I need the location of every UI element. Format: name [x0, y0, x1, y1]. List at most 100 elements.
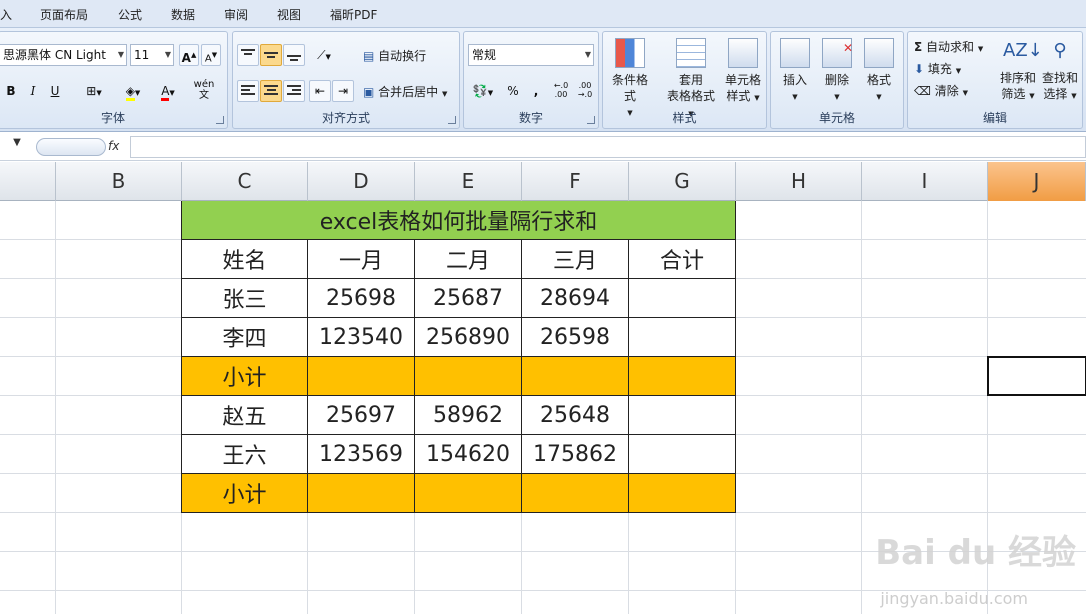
align-center-button[interactable]	[260, 80, 282, 102]
menu-insert[interactable]: 入	[0, 6, 12, 23]
table-cell[interactable]: 26598	[522, 318, 629, 357]
column-header-b[interactable]: B	[56, 162, 182, 201]
conditional-format-button[interactable]: 条件格式 ▼	[608, 38, 652, 118]
table-cell[interactable]: 25648	[522, 396, 629, 435]
table-cell[interactable]: 123569	[308, 435, 415, 474]
menu-view[interactable]: 视图	[277, 6, 301, 23]
table-cell[interactable]: 123540	[308, 318, 415, 357]
delete-button[interactable]: ✕ 删除 ▼	[815, 38, 859, 102]
table-cell[interactable]	[629, 279, 736, 318]
name-box-dropdown[interactable]: ▼	[0, 137, 34, 157]
subtotal-label-cell[interactable]: 小计	[181, 474, 308, 513]
subtotal-cell[interactable]	[415, 357, 522, 396]
merge-center-button[interactable]: ▣ 合并后居中 ▼	[363, 83, 447, 100]
header-feb[interactable]: 二月	[415, 240, 522, 279]
percent-button[interactable]: %	[502, 80, 524, 102]
align-top-button[interactable]	[237, 44, 259, 66]
menu-foxit-pdf[interactable]: 福昕PDF	[330, 6, 377, 23]
column-header-a[interactable]	[0, 162, 56, 201]
table-cell[interactable]	[629, 396, 736, 435]
subtotal-cell[interactable]	[308, 357, 415, 396]
underline-button[interactable]: U	[45, 80, 65, 102]
table-cell[interactable]: 赵五	[181, 396, 308, 435]
font-color-button[interactable]: A▼	[153, 80, 183, 102]
align-middle-button[interactable]	[260, 44, 282, 66]
table-cell[interactable]: 154620	[415, 435, 522, 474]
table-cell[interactable]: 25697	[308, 396, 415, 435]
insert-function-button[interactable]: fx	[108, 139, 119, 153]
border-button[interactable]: ⊞▼	[79, 80, 109, 102]
cell-styles-button[interactable]: 单元格 样式 ▼	[721, 38, 765, 106]
dialog-launcher-icon[interactable]	[587, 116, 595, 124]
dialog-launcher-icon[interactable]	[216, 116, 224, 124]
shrink-font-button[interactable]: A▼	[201, 44, 221, 66]
subtotal-cell[interactable]	[629, 474, 736, 513]
column-header-c[interactable]: C	[182, 162, 308, 201]
column-header-d[interactable]: D	[308, 162, 415, 201]
font-name-select[interactable]: 思源黑体 CN Light ▼	[0, 44, 127, 66]
subtotal-cell[interactable]	[629, 357, 736, 396]
table-cell[interactable]: 王六	[181, 435, 308, 474]
menu-review[interactable]: 审阅	[224, 6, 248, 23]
column-header-i[interactable]: I	[862, 162, 988, 201]
fill-color-button[interactable]: ◈▼	[117, 80, 149, 102]
table-cell[interactable]: 256890	[415, 318, 522, 357]
table-cell[interactable]: 58962	[415, 396, 522, 435]
menu-page-layout[interactable]: 页面布局	[40, 6, 88, 23]
subtotal-cell[interactable]	[415, 474, 522, 513]
phonetic-button[interactable]: wén 文	[187, 78, 221, 101]
table-cell[interactable]: 25687	[415, 279, 522, 318]
find-select-button[interactable]: ⚲ 查找和 选择 ▼	[1038, 36, 1082, 104]
decrease-indent-button[interactable]: ⇤	[309, 80, 331, 102]
align-right-button[interactable]	[283, 80, 305, 102]
grow-font-button[interactable]: A▲	[179, 44, 199, 66]
menu-formulas[interactable]: 公式	[118, 6, 142, 23]
column-header-h[interactable]: H	[736, 162, 862, 201]
header-mar[interactable]: 三月	[522, 240, 629, 279]
worksheet-grid[interactable]: excel表格如何批量隔行求和 姓名 一月 二月 三月 合计 张三 25698 …	[0, 201, 1086, 614]
number-format-select[interactable]: 常规 ▼	[468, 44, 594, 66]
font-size-select[interactable]: 11 ▼	[130, 44, 174, 66]
italic-button[interactable]: I	[23, 80, 43, 102]
currency-button[interactable]: 💱▼	[468, 80, 498, 102]
align-left-button[interactable]	[237, 80, 259, 102]
align-bottom-button[interactable]	[283, 44, 305, 66]
table-cell[interactable]	[629, 435, 736, 474]
formula-input[interactable]	[130, 136, 1086, 158]
menu-data[interactable]: 数据	[171, 6, 195, 23]
insert-button[interactable]: 插入 ▼	[773, 38, 817, 102]
table-cell[interactable]: 张三	[181, 279, 308, 318]
autosum-button[interactable]: Σ 自动求和 ▼	[914, 38, 983, 55]
decrease-decimal-button[interactable]: .00 →.0	[574, 80, 596, 102]
subtotal-cell[interactable]	[522, 357, 629, 396]
wrap-text-button[interactable]: ▤ 自动换行	[363, 47, 426, 64]
subtotal-label-cell[interactable]: 小计	[181, 357, 308, 396]
table-cell[interactable]	[629, 318, 736, 357]
dialog-launcher-icon[interactable]	[448, 116, 456, 124]
name-box-splitter[interactable]	[36, 138, 106, 156]
table-cell[interactable]: 175862	[522, 435, 629, 474]
table-title-cell[interactable]: excel表格如何批量隔行求和	[181, 201, 736, 240]
table-cell[interactable]: 25698	[308, 279, 415, 318]
comma-button[interactable]: ,	[526, 80, 546, 102]
subtotal-cell[interactable]	[522, 474, 629, 513]
table-cell[interactable]: 李四	[181, 318, 308, 357]
active-cell-selection[interactable]	[987, 356, 1086, 396]
column-header-g[interactable]: G	[629, 162, 736, 201]
column-header-j[interactable]: J	[988, 162, 1086, 201]
header-total[interactable]: 合计	[629, 240, 736, 279]
table-cell[interactable]: 28694	[522, 279, 629, 318]
header-name[interactable]: 姓名	[181, 240, 308, 279]
format-cells-button[interactable]: 格式 ▼	[857, 38, 901, 102]
clear-button[interactable]: ⌫ 清除 ▼	[914, 82, 968, 99]
column-header-f[interactable]: F	[522, 162, 629, 201]
orientation-button[interactable]: ⟋▼	[309, 44, 339, 66]
column-header-e[interactable]: E	[415, 162, 522, 201]
header-jan[interactable]: 一月	[308, 240, 415, 279]
bold-button[interactable]: B	[1, 80, 21, 102]
sort-filter-button[interactable]: AZ↓ 排序和 筛选 ▼	[996, 36, 1043, 104]
increase-decimal-button[interactable]: ←.0.00	[550, 80, 572, 102]
subtotal-cell[interactable]	[308, 474, 415, 513]
fill-button[interactable]: ⬇ 填充 ▼	[914, 60, 961, 77]
increase-indent-button[interactable]: ⇥	[332, 80, 354, 102]
